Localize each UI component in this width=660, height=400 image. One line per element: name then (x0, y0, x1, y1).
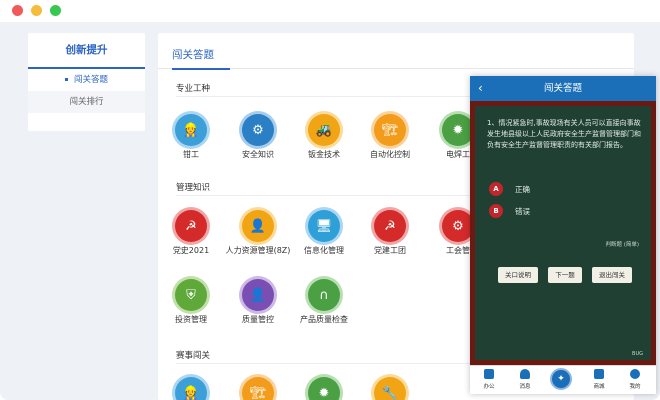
next-question-button[interactable]: 下一题 (548, 267, 582, 283)
crane-icon: 🏗 (374, 114, 406, 146)
tile-monitor-1-2[interactable]: 🖥 信息化管理 (289, 210, 359, 256)
option-a-badge: A (489, 182, 503, 196)
window-titlebar (0, 0, 660, 22)
magnet-icon: ∩ (308, 279, 340, 311)
user-check-icon: 👤 (242, 279, 274, 311)
exit-quiz-button[interactable]: 退出闯关 (592, 267, 632, 283)
tile-magnet-1-7[interactable]: ∩ 产品质量检查 (289, 279, 359, 325)
tile-label: 产品质量检查 (300, 315, 348, 324)
section-title-management: 管理知识 (176, 183, 211, 193)
tab-messages-label: 消息 (519, 384, 531, 390)
close-window-button[interactable] (12, 5, 23, 16)
tile-worker-2-0[interactable]: 👷 (158, 377, 226, 400)
manager-icon: 👤 (242, 210, 274, 242)
tile-label: 自动化控制 (370, 150, 410, 159)
tile-shield-1-5[interactable]: ⛨ 投资管理 (158, 279, 226, 325)
sidebar: 创新提升 闯关答题 闯关排行 (28, 33, 145, 131)
shield-gear-icon: ⚙ (242, 114, 274, 146)
tile-worker-0-0[interactable]: 👷 钳工 (158, 114, 226, 160)
minimize-window-button[interactable] (31, 5, 42, 16)
sidebar-item-quiz[interactable]: 闯关答题 (28, 69, 145, 91)
level-info-button[interactable]: 关口说明 (498, 267, 538, 283)
section-title-competition: 赛事闯关 (176, 351, 211, 361)
user-icon (630, 369, 640, 379)
tile-wrench-2-3[interactable]: 🔧 (355, 377, 425, 400)
tile-user-check-1-6[interactable]: 👤 质量管控 (223, 279, 293, 325)
party-emblem-icon: ☭ (175, 210, 207, 242)
section-title-professional: 专业工种 (176, 84, 211, 94)
tab-profile-label: 我的 (629, 384, 641, 390)
tile-label: 人力资源管理(8Z) (225, 246, 291, 255)
tab-store-label: 商城 (593, 384, 605, 390)
spark-icon: ✹ (308, 377, 340, 400)
tile-label: 投资管理 (175, 315, 207, 324)
tile-label: 钣金技术 (308, 150, 340, 159)
app-window: 创新提升 闯关答题 闯关排行 闯关答题 专业工种 👷 钳工 ⚙ 安全知识 🚜 钣金技术 🏗 自… (0, 0, 660, 400)
tile-party-emblem-1-0[interactable]: ☭ 党史2021 (158, 210, 226, 256)
page-title: 闯关答题 (172, 47, 230, 70)
shield-icon: ⛨ (175, 279, 207, 311)
tile-crane-0-3[interactable]: 🏗 自动化控制 (355, 114, 425, 160)
tab-profile[interactable]: 我的 (620, 369, 650, 390)
bell-icon (520, 369, 530, 379)
tile-spark-2-2[interactable]: ✹ (289, 377, 359, 400)
phone-quiz-preview: ‹ 闯关答题 1、情况紧急时,事故现场有关人员可以直接向事故发生地县级以上人民政… (470, 76, 656, 394)
tile-crane-2-1[interactable]: 🏗 (223, 377, 293, 400)
option-b-label: 错误 (515, 206, 530, 216)
option-b-badge: B (489, 204, 503, 218)
phone-tabbar: 办公 消息 ✦ 商城 我的 (470, 365, 656, 394)
worker-icon: 👷 (175, 114, 207, 146)
chevron-left-icon[interactable]: ‹ (478, 76, 483, 101)
worker-icon: 👷 (175, 377, 207, 400)
option-a[interactable]: A 正确 (489, 182, 530, 196)
crane-icon: 🏗 (242, 377, 274, 400)
tile-party-emblem-1-3[interactable]: ☭ 党建工团 (355, 210, 425, 256)
sidebar-item-ranking[interactable]: 闯关排行 (28, 91, 145, 113)
tile-label: 质量管控 (242, 315, 274, 324)
wrench-icon: 🔧 (374, 377, 406, 400)
question-board: 1、情况紧急时,事故现场有关人员可以直接向事故发生地县级以上人民政府安全生产监督… (470, 101, 656, 365)
party-emblem-icon: ☭ (374, 210, 406, 242)
tile-manager-1-1[interactable]: 👤 人力资源管理(8Z) (223, 210, 293, 256)
tile-forklift-0-2[interactable]: 🚜 钣金技术 (289, 114, 359, 160)
tab-office-label: 办公 (483, 384, 495, 390)
tab-office[interactable]: 办公 (474, 369, 504, 390)
office-icon (484, 369, 494, 379)
tab-store[interactable]: 商城 (584, 369, 614, 390)
main-header: 闯关答题 (158, 33, 634, 70)
question-type: 判断题 (简单) (605, 242, 639, 248)
tile-shield-gear-0-1[interactable]: ⚙ 安全知识 (223, 114, 293, 160)
tile-label: 钳工 (183, 150, 199, 159)
forklift-icon: 🚜 (308, 114, 340, 146)
tile-label: 信息化管理 (304, 246, 344, 255)
brand-mark: BUG (632, 351, 643, 357)
question-text: 1、情况紧急时,事故现场有关人员可以直接向事故发生地县级以上人民政府安全生产监督… (487, 119, 641, 149)
tile-label: 党建工团 (374, 246, 406, 255)
tab-messages[interactable]: 消息 (510, 369, 540, 390)
option-a-label: 正确 (515, 184, 530, 194)
tile-label: 党史2021 (172, 246, 210, 255)
sidebar-title: 创新提升 (28, 33, 145, 69)
tile-label: 安全知识 (242, 150, 274, 159)
store-icon (594, 369, 604, 379)
phone-header: ‹ 闯关答题 (470, 76, 656, 101)
maximize-window-button[interactable] (50, 5, 61, 16)
phone-title: 闯关答题 (543, 83, 582, 94)
monitor-icon: 🖥 (308, 210, 340, 242)
option-b[interactable]: B 错误 (489, 204, 530, 218)
emblem-icon[interactable]: ✦ (550, 368, 572, 390)
